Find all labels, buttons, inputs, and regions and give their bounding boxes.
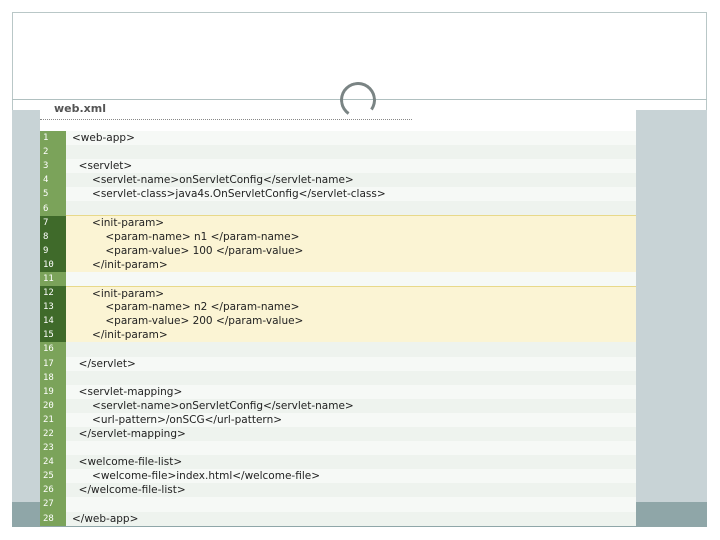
line-code: <servlet-name>onServletConfig</servlet-n… (66, 398, 636, 413)
code-line: 6 (40, 201, 636, 216)
line-number: 11 (40, 271, 66, 287)
line-number: 14 (40, 314, 66, 329)
line-number: 16 (40, 342, 66, 357)
line-code (66, 370, 636, 385)
line-number: 18 (40, 370, 66, 385)
code-lines: 1 <web-app> 2 3 <servlet> 4 <servlet-name>on… (40, 131, 636, 526)
line-code: </init-param> (66, 257, 636, 272)
line-number: 13 (40, 300, 66, 315)
code-line: 16 (40, 342, 636, 357)
line-code (66, 441, 636, 456)
code-line: 15 </init-param> (40, 328, 636, 343)
line-number: 20 (40, 398, 66, 413)
line-number: 6 (40, 201, 66, 216)
line-code: </servlet> (66, 356, 636, 371)
line-code (66, 145, 636, 160)
file-title: web.xml (54, 102, 107, 115)
line-number: 15 (40, 328, 66, 343)
line-number: 8 (40, 229, 66, 244)
line-code: <web-app> (66, 131, 636, 146)
line-number: 4 (40, 173, 66, 188)
code-line: 26 </welcome-file-list> (40, 483, 636, 498)
line-number: 25 (40, 469, 66, 484)
line-code: <url-pattern>/onSCG</url-pattern> (66, 412, 636, 427)
line-number: 21 (40, 412, 66, 427)
code-line: 14 <param-value> 200 </param-value> (40, 314, 636, 329)
code-line: 5 <servlet-class>java4s.OnServletConfig<… (40, 187, 636, 202)
code-line: 3 <servlet> (40, 159, 636, 174)
code-panel: web.xml 1 <web-app> 2 3 <servlet> 4 <servlet… (40, 100, 636, 526)
code-line: 18 (40, 370, 636, 385)
code-line: 27 (40, 497, 636, 512)
code-line: 25 <welcome-file>index.html</welcome-fil… (40, 469, 636, 484)
line-code: <param-name> n2 </param-name> (66, 300, 636, 315)
line-code: <init-param> (66, 285, 636, 301)
line-code: </web-app> (66, 511, 636, 526)
line-number: 24 (40, 455, 66, 470)
line-code: <param-value> 200 </param-value> (66, 314, 636, 329)
line-code: <welcome-file-list> (66, 455, 636, 470)
code-line: 8 <param-name> n1 </param-name> (40, 229, 636, 244)
code-line: 7 <init-param> (40, 215, 636, 231)
line-code: </init-param> (66, 328, 636, 343)
line-code: <servlet-mapping> (66, 384, 636, 399)
line-code (66, 271, 636, 287)
code-line: 17 </servlet> (40, 356, 636, 371)
line-code: <servlet-name>onServletConfig</servlet-n… (66, 173, 636, 188)
line-number: 22 (40, 426, 66, 442)
code-line: 20 <servlet-name>onServletConfig</servle… (40, 398, 636, 413)
code-line: 11 (40, 271, 636, 287)
code-line: 4 <servlet-name>onServletConfig</servlet… (40, 173, 636, 188)
line-code: <param-name> n1 </param-name> (66, 229, 636, 244)
code-line: 12 <init-param> (40, 285, 636, 301)
line-code (66, 342, 636, 357)
line-code (66, 201, 636, 216)
line-number: 3 (40, 159, 66, 174)
line-number: 9 (40, 243, 66, 258)
line-code (66, 497, 636, 512)
line-code: <init-param> (66, 215, 636, 231)
code-line: 1 <web-app> (40, 131, 636, 146)
line-code: <welcome-file>index.html</welcome-file> (66, 469, 636, 484)
code-line: 24 <welcome-file-list> (40, 455, 636, 470)
line-number: 12 (40, 286, 66, 301)
line-number: 19 (40, 384, 66, 399)
code-line: 13 <param-name> n2 </param-name> (40, 300, 636, 315)
title-divider (40, 119, 412, 120)
line-number: 5 (40, 187, 66, 202)
line-code: <servlet-class>java4s.OnServletConfig</s… (66, 187, 636, 202)
code-line: 19 <servlet-mapping> (40, 384, 636, 399)
code-line: 28 </web-app> (40, 511, 636, 526)
line-number: 17 (40, 356, 66, 371)
code-line: 9 <param-value> 100 </param-value> (40, 243, 636, 258)
line-number: 27 (40, 497, 66, 512)
line-number: 23 (40, 441, 66, 456)
line-number: 10 (40, 257, 66, 272)
line-code: <servlet> (66, 159, 636, 174)
code-line: 21 <url-pattern>/onSCG</url-pattern> (40, 412, 636, 427)
line-number: 28 (40, 511, 66, 526)
code-line: 10 </init-param> (40, 257, 636, 272)
code-line: 2 (40, 145, 636, 160)
line-number: 26 (40, 483, 66, 498)
code-line: 22 </servlet-mapping> (40, 426, 636, 442)
line-number: 2 (40, 145, 66, 160)
line-code: </welcome-file-list> (66, 483, 636, 498)
line-number: 1 (40, 131, 66, 146)
code-line: 23 (40, 441, 636, 456)
line-code: </servlet-mapping> (66, 426, 636, 442)
line-number: 7 (40, 215, 66, 230)
line-code: <param-value> 100 </param-value> (66, 243, 636, 258)
